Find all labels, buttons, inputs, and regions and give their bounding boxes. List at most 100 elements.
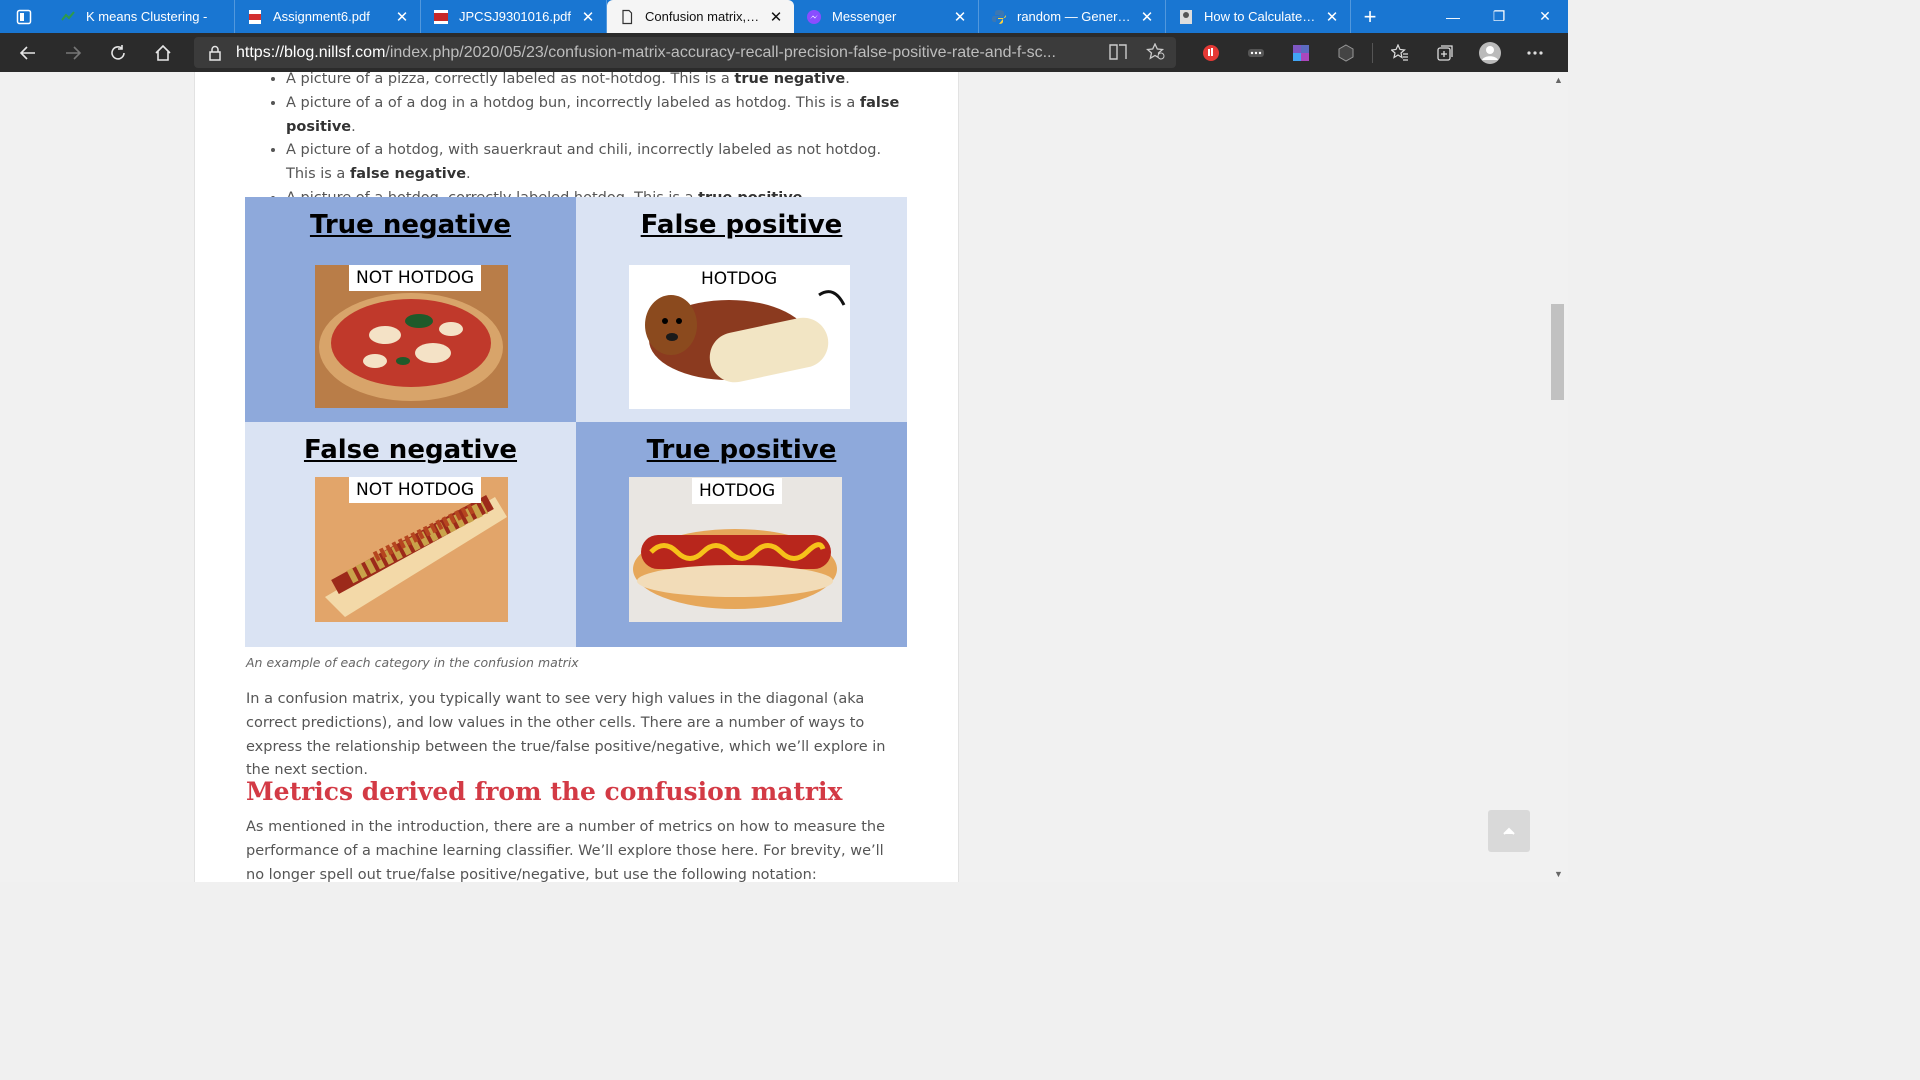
collections-button[interactable] (1422, 33, 1467, 72)
tab-title: Messenger (832, 9, 897, 24)
favorites-button[interactable] (1377, 33, 1422, 72)
close-tab-icon[interactable]: ✕ (950, 8, 970, 26)
back-to-top-button[interactable] (1488, 810, 1530, 852)
list-item-term: true negative (734, 72, 846, 87)
tab-calculate[interactable]: How to Calculate Prec ✕ (1166, 0, 1351, 33)
minimize-button[interactable]: — (1430, 0, 1476, 33)
tab-title: K means Clustering - (86, 9, 208, 24)
list-item-text: A picture of a pizza, correctly labeled … (286, 72, 735, 87)
address-bar[interactable]: https://blog.nillsf.com/index.php/2020/0… (194, 37, 1176, 68)
section-heading: Metrics derived from the confusion matri… (246, 777, 843, 806)
tab-title: random — Generate (1017, 9, 1131, 24)
more-dots-icon (1247, 48, 1264, 57)
lock-icon (209, 45, 221, 61)
article-content: A picture of a pizza, correctly labeled … (246, 72, 906, 211)
extension-button[interactable] (1233, 33, 1278, 72)
tab-title: Confusion matrix, accu (645, 9, 760, 24)
url-path: /index.php/2020/05/23/confusion-matrix-a… (385, 43, 1056, 61)
site-icon (1180, 9, 1192, 24)
tab-assignment6[interactable]: Assignment6.pdf ✕ (235, 0, 421, 33)
tab-jpcsj[interactable]: JPCSJ9301016.pdf ✕ (421, 0, 607, 33)
figure-caption: An example of each category in the confu… (246, 655, 579, 670)
list-item-text: A picture of a of a dog in a hotdog bun,… (286, 94, 860, 111)
settings-more-button[interactable] (1512, 33, 1557, 72)
paragraph: As mentioned in the introduction, there … (246, 819, 886, 882)
scroll-down-icon[interactable]: ▼ (1554, 869, 1563, 879)
browser-toolbar: https://blog.nillsf.com/index.php/2020/0… (0, 33, 1568, 72)
url-scheme: https:// (236, 43, 285, 61)
close-tab-icon[interactable]: ✕ (392, 8, 412, 26)
scroll-up-icon[interactable]: ▲ (1554, 75, 1563, 85)
pdf-icon (249, 9, 261, 24)
url-domain: blog.nillsf.com (284, 43, 386, 61)
iop-icon (434, 9, 448, 24)
close-tab-icon[interactable]: ✕ (766, 8, 786, 26)
plus-icon: + (1363, 3, 1377, 29)
home-icon (154, 44, 171, 61)
tab-favicon-icon (61, 10, 75, 21)
cell-title: True positive (646, 435, 837, 465)
profile-icon (1478, 41, 1501, 64)
list-item-end: . (351, 118, 356, 135)
paragraph: In a confusion matrix, you typically wan… (246, 691, 886, 779)
cell-title: False negative (303, 435, 518, 465)
close-window-button[interactable]: ✕ (1522, 0, 1568, 33)
divider (1372, 42, 1373, 63)
tab-title: JPCSJ9301016.pdf (459, 9, 572, 24)
close-tab-icon[interactable]: ✕ (1322, 8, 1342, 26)
confusion-matrix-figure: True negative NOT HOTDOG False positive … (245, 197, 907, 647)
matrix-cell-true-positive: True positive HOTDOG (576, 422, 907, 647)
favorites-icon (1390, 43, 1408, 61)
scrollbar-thumb[interactable] (1551, 304, 1564, 400)
list-item-end: . (466, 166, 471, 183)
immersive-reader-icon[interactable] (1108, 43, 1128, 61)
forward-icon (65, 45, 81, 60)
prediction-label: HOTDOG (694, 266, 785, 292)
messenger-icon (807, 9, 821, 24)
toolbar-extensions (1188, 33, 1557, 72)
extension-button[interactable] (1278, 33, 1323, 72)
example-list: A picture of a pizza, correctly labeled … (246, 72, 906, 211)
matrix-cell-true-negative: True negative NOT HOTDOG (245, 197, 576, 422)
refresh-button[interactable] (95, 33, 140, 72)
url-text: https://blog.nillsf.com/index.php/2020/0… (236, 44, 1086, 62)
tab-confusion-matrix[interactable]: Confusion matrix, accu ✕ (607, 0, 794, 33)
prediction-label: NOT HOTDOG (349, 265, 482, 291)
cell-title: True negative (309, 210, 512, 240)
matrix-cell-false-positive: False positive HOTDOG (576, 197, 907, 422)
tab-kmeans[interactable]: K means Clustering - (48, 0, 235, 33)
tab-random[interactable]: random — Generate ✕ (979, 0, 1166, 33)
back-to-top-icon (1503, 827, 1515, 835)
window-controls: — ❐ ✕ (1430, 0, 1568, 33)
home-button[interactable] (140, 33, 185, 72)
page-viewport: A picture of a pizza, correctly labeled … (0, 72, 1551, 882)
profile-button[interactable] (1467, 33, 1512, 72)
workspaces-icon (16, 9, 32, 24)
list-item: A picture of a hotdog, with sauerkraut a… (286, 139, 906, 187)
restore-button[interactable]: ❐ (1476, 0, 1522, 33)
extension-button[interactable] (1323, 33, 1368, 72)
close-tab-icon[interactable]: ✕ (578, 8, 598, 26)
close-tab-icon[interactable]: ✕ (1137, 8, 1157, 26)
tab-strip: K means Clustering - Assignment6.pdf ✕ J… (0, 0, 1568, 33)
cell-title: False positive (640, 210, 843, 240)
back-icon (19, 45, 35, 60)
list-item-end: . (845, 72, 850, 87)
tab-title: Assignment6.pdf (273, 9, 370, 24)
more-icon (1526, 50, 1543, 55)
extension-button[interactable] (1188, 33, 1233, 72)
tab-messenger[interactable]: Messenger ✕ (794, 0, 979, 33)
page-scrollbar[interactable]: ▲ ▼ (1551, 72, 1568, 882)
extension-icon (1338, 43, 1353, 62)
tab-title: How to Calculate Prec (1204, 9, 1316, 24)
forward-button[interactable] (50, 33, 95, 72)
python-icon (992, 9, 1006, 24)
tab-actions-button[interactable] (0, 0, 48, 33)
list-item: A picture of a pizza, correctly labeled … (286, 72, 906, 92)
refresh-icon (110, 44, 125, 60)
article-column: A picture of a pizza, correctly labeled … (194, 72, 959, 882)
add-favorite-icon[interactable] (1146, 43, 1166, 61)
matrix-cell-false-negative: False negative NOT HOTDOG (245, 422, 576, 647)
new-tab-button[interactable]: + (1351, 0, 1389, 33)
back-button[interactable] (5, 33, 50, 72)
